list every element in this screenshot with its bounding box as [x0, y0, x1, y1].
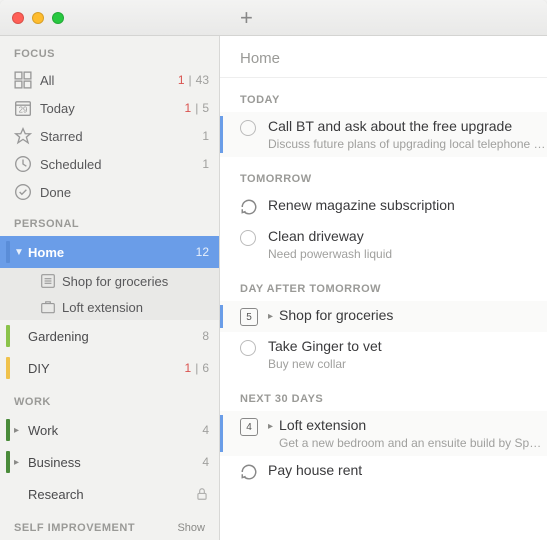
- repeat-icon[interactable]: [240, 198, 258, 216]
- tasks-list: TODAYCall BT and ask about the free upgr…: [220, 78, 547, 540]
- calendar-icon: 29: [14, 99, 32, 117]
- nav-starred[interactable]: Starred 1: [0, 122, 219, 150]
- nav-label: Starred: [40, 129, 202, 144]
- check-circle-icon: [14, 183, 32, 201]
- section-work: WORK: [0, 384, 219, 414]
- list-business[interactable]: ▸ Business 4: [0, 446, 219, 478]
- list-home[interactable]: ▼ Home 12: [0, 236, 219, 268]
- minimize-button[interactable]: [32, 12, 44, 24]
- sub-shop-groceries[interactable]: Shop for groceries: [0, 268, 219, 294]
- task-row[interactable]: Take Ginger to vet Buy new collar: [220, 332, 547, 377]
- list-label: Research: [28, 487, 195, 502]
- list-label: Work: [28, 423, 202, 438]
- repeat-icon[interactable]: [240, 463, 258, 481]
- group-header: TOMORROW: [220, 157, 547, 191]
- sub-label: Shop for groceries: [62, 274, 209, 289]
- list-gardening[interactable]: Gardening 8: [0, 320, 219, 352]
- list-label: Business: [28, 455, 202, 470]
- chevron-right-icon[interactable]: ▸: [14, 457, 24, 468]
- task-row[interactable]: 4 ▸ Loft extension Get a new bedroom and an…: [220, 411, 547, 456]
- close-button[interactable]: [12, 12, 24, 24]
- sidebar: FOCUS All 1|43 29 Today 1|5 Starred 1 Sc…: [0, 36, 220, 540]
- task-title: Loft extension: [279, 417, 547, 433]
- task-row[interactable]: Pay house rent: [220, 456, 547, 487]
- list-research[interactable]: Research: [0, 478, 219, 510]
- nav-today[interactable]: 29 Today 1|5: [0, 94, 219, 122]
- page-title: Home: [220, 36, 547, 78]
- task-note: Need powerwash liquid: [268, 247, 547, 261]
- list-diy[interactable]: DIY 1|6: [0, 352, 219, 384]
- chevron-right-icon[interactable]: ▸: [14, 425, 24, 436]
- color-stripe: [6, 483, 10, 505]
- section-focus: FOCUS: [0, 36, 219, 66]
- task-title: Call BT and ask about the free upgrade: [268, 118, 547, 134]
- group-header: DAY AFTER TOMORROW: [220, 267, 547, 301]
- nav-label: Today: [40, 101, 185, 116]
- task-title: Renew magazine subscription: [268, 197, 547, 213]
- task-note: Discuss future plans of upgrading local …: [268, 137, 547, 151]
- section-personal: PERSONAL: [0, 206, 219, 236]
- task-checkbox[interactable]: [240, 340, 256, 356]
- color-stripe: [6, 357, 10, 379]
- nav-scheduled[interactable]: Scheduled 1: [0, 150, 219, 178]
- task-title: Pay house rent: [268, 462, 547, 478]
- task-title: Take Ginger to vet: [268, 338, 547, 354]
- nav-label: All: [40, 73, 178, 88]
- briefcase-icon: [40, 299, 56, 315]
- sub-label: Loft extension: [62, 300, 209, 315]
- star-icon: [14, 127, 32, 145]
- date-badge: 4: [240, 418, 258, 436]
- group-header: TODAY: [220, 78, 547, 112]
- lock-icon: [195, 487, 209, 501]
- list-label: Gardening: [28, 329, 202, 344]
- sub-loft-extension[interactable]: Loft extension: [0, 294, 219, 320]
- task-row[interactable]: Clean driveway Need powerwash liquid: [220, 222, 547, 267]
- add-button[interactable]: +: [240, 5, 253, 31]
- nav-label: Done: [40, 185, 209, 200]
- nav-done[interactable]: Done: [0, 178, 219, 206]
- date-badge: 5: [240, 308, 258, 326]
- color-stripe: [6, 451, 10, 473]
- nav-label: Scheduled: [40, 157, 202, 172]
- chevron-right-icon[interactable]: ▸: [268, 421, 273, 432]
- task-row[interactable]: Call BT and ask about the free upgrade Di…: [220, 112, 547, 157]
- zoom-button[interactable]: [52, 12, 64, 24]
- task-note: Buy new collar: [268, 357, 547, 371]
- svg-text:29: 29: [19, 106, 28, 115]
- list-work[interactable]: ▸ Work 4: [0, 414, 219, 446]
- titlebar: +: [0, 0, 547, 36]
- grid-icon: [14, 71, 32, 89]
- task-row[interactable]: Renew magazine subscription: [220, 191, 547, 222]
- task-title: Shop for groceries: [279, 307, 547, 323]
- nav-all[interactable]: All 1|43: [0, 66, 219, 94]
- color-stripe: [6, 419, 10, 441]
- list-label: Home: [28, 245, 196, 260]
- group-header: NEXT 30 DAYS: [220, 377, 547, 411]
- task-note: Get a new bedroom and an ensuite build b…: [279, 436, 547, 450]
- chevron-right-icon[interactable]: ▸: [268, 311, 273, 322]
- show-toggle[interactable]: Show: [177, 522, 205, 534]
- color-stripe: [6, 325, 10, 347]
- list-label: DIY: [28, 361, 185, 376]
- task-title: Clean driveway: [268, 228, 547, 244]
- list-icon: [40, 273, 56, 289]
- task-row[interactable]: 5 ▸ Shop for groceries: [220, 301, 547, 332]
- task-checkbox[interactable]: [240, 230, 256, 246]
- main-pane: Home TODAYCall BT and ask about the free…: [220, 36, 547, 540]
- color-stripe: [6, 241, 10, 263]
- section-self-improvement: SELF IMPROVEMENT Show: [0, 510, 219, 540]
- task-checkbox[interactable]: [240, 120, 256, 136]
- chevron-down-icon[interactable]: ▼: [14, 247, 24, 258]
- clock-icon: [14, 155, 32, 173]
